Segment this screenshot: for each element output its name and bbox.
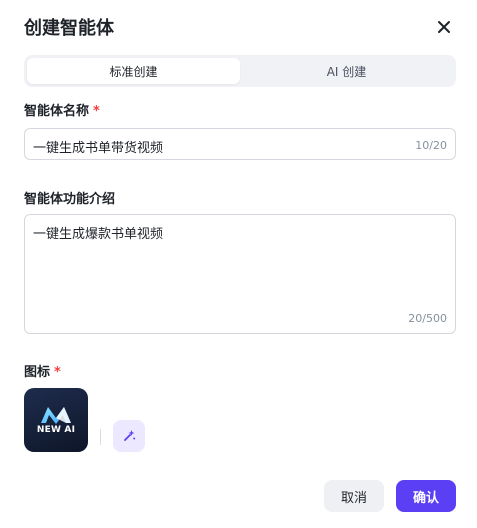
icon-divider: [100, 429, 101, 445]
desc-label-text: 智能体功能介绍: [24, 192, 116, 207]
agent-description-value: 一键生成爆款书单视频: [33, 227, 164, 242]
tab-ai-create[interactable]: AI 创建: [240, 58, 453, 84]
agent-name-input[interactable]: 一键生成书单带货视频 10/20: [24, 128, 456, 160]
dialog-title: 创建智能体: [24, 18, 114, 39]
icon-label-text: 图标: [24, 365, 51, 380]
desc-char-counter: 20/500: [408, 312, 447, 325]
desc-field-label: 智能体功能介绍: [24, 188, 115, 207]
create-mode-tabs: 标准创建 AI 创建: [24, 55, 456, 87]
ai-generate-icon-button[interactable]: [113, 420, 145, 452]
name-field-label: 智能体名称 *: [24, 100, 100, 119]
required-mark: *: [93, 104, 100, 119]
tab-standard-create[interactable]: 标准创建: [27, 58, 240, 84]
agent-avatar-image[interactable]: NEW AI: [24, 388, 88, 452]
name-label-text: 智能体名称: [24, 104, 90, 119]
confirm-button[interactable]: 确认: [396, 480, 456, 512]
new-ai-logo-icon: [41, 407, 71, 424]
sparkle-icon: [124, 430, 136, 441]
logo-text: NEW AI: [36, 425, 76, 435]
create-agent-dialog: 创建智能体 标准创建 AI 创建 智能体名称 * 一键生成书单带货视频 10/20…: [0, 0, 477, 528]
cancel-button[interactable]: 取消: [324, 480, 384, 512]
name-char-counter: 10/20: [415, 139, 447, 152]
icon-field-label: 图标 *: [24, 361, 61, 380]
required-mark: *: [54, 365, 61, 380]
close-icon: [438, 21, 450, 33]
close-button[interactable]: [432, 15, 456, 39]
agent-description-textarea[interactable]: 一键生成爆款书单视频 20/500: [24, 214, 456, 334]
agent-name-value: 一键生成书单带货视频: [33, 141, 164, 156]
